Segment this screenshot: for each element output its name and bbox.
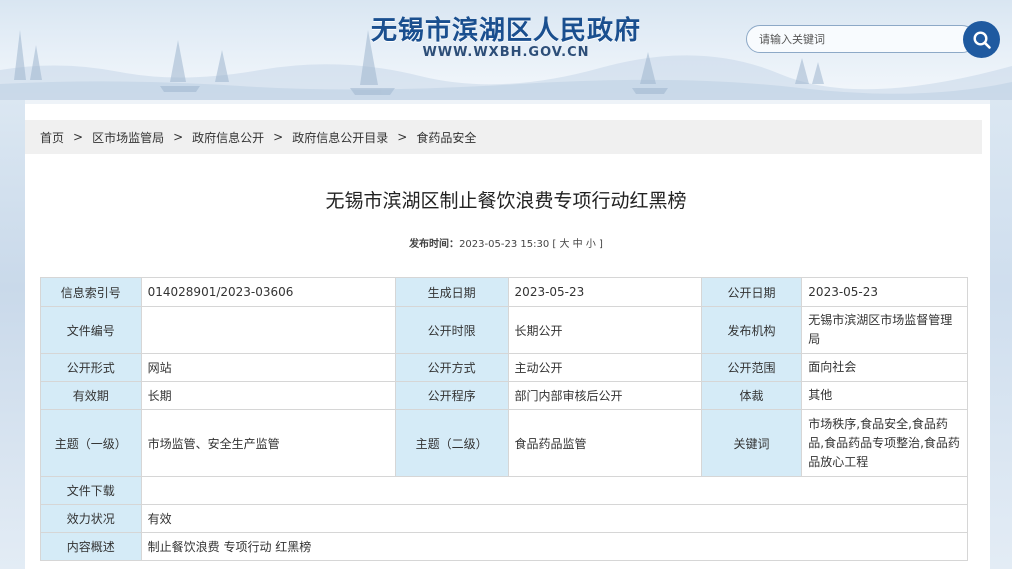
breadcrumb-food-drug-safety[interactable]: 食药品安全 <box>416 129 476 146</box>
index-no-label: 信息索引号 <box>40 277 142 307</box>
genre-label: 体裁 <box>700 381 803 410</box>
pub-date-value: 2023-05-23 <box>801 277 968 307</box>
search-input[interactable] <box>759 30 949 48</box>
background-right <box>990 100 1012 569</box>
table-row: 效力状况 有效 <box>40 504 969 533</box>
info-table: 信息索引号 014028901/2023-03606 生成日期 2023-05-… <box>40 277 969 561</box>
time-limit-label: 公开时限 <box>394 306 509 354</box>
org-label: 发布机构 <box>700 306 803 354</box>
validity-label: 有效期 <box>40 381 142 410</box>
font-size-medium-button[interactable]: 中 <box>573 239 583 250</box>
gen-date-value: 2023-05-23 <box>507 277 702 307</box>
method-label: 公开方式 <box>394 353 509 382</box>
page-title: 无锡市滨湖区制止餐饮浪费专项行动红黑榜 <box>325 190 687 212</box>
breadcrumb-separator: > <box>73 130 84 144</box>
form-value: 网站 <box>140 353 396 382</box>
font-size-large-button[interactable]: 大 <box>559 239 569 250</box>
pub-date-label: 公开日期 <box>700 277 803 307</box>
table-row: 有效期 长期 公开程序 部门内部审核后公开 体裁 其他 <box>40 381 968 410</box>
breadcrumb-separator: > <box>173 130 184 144</box>
breadcrumb-home[interactable]: 首页 <box>40 129 64 146</box>
org-value: 无锡市滨湖区市场监督管理局 <box>801 306 968 354</box>
validity-value: 长期 <box>140 381 396 410</box>
doc-no-label: 文件编号 <box>40 306 142 354</box>
keywords-label: 关键词 <box>700 409 803 477</box>
breadcrumb-separator: > <box>397 130 408 144</box>
publish-time: 2023-05-23 15:30 <box>459 239 550 250</box>
breadcrumb-gov-info[interactable]: 政府信息公开 <box>192 129 264 146</box>
procedure-label: 公开程序 <box>394 381 509 410</box>
table-row: 文件下载 <box>40 476 969 505</box>
topic1-value: 市场监管、安全生产监管 <box>140 409 396 477</box>
method-value: 主动公开 <box>507 353 702 382</box>
breadcrumb: 首页 > 区市场监管局 > 政府信息公开 > 政府信息公开目录 > 食药品安全 <box>25 120 982 154</box>
font-size-bracket-open: [ <box>552 239 557 250</box>
article-meta: 发布时间：2023-05-23 15:30 [ 大 中 小 ] <box>0 235 1012 250</box>
form-label: 公开形式 <box>40 353 142 382</box>
search-box <box>746 25 976 53</box>
status-value: 有效 <box>140 504 969 533</box>
summary-value: 制止餐饮浪费 专项行动 红黑榜 <box>140 532 969 561</box>
gen-date-label: 生成日期 <box>394 277 509 307</box>
table-row: 信息索引号 014028901/2023-03606 生成日期 2023-05-… <box>40 277 968 307</box>
font-size-small-button[interactable]: 小 <box>586 239 596 250</box>
scope-value: 面向社会 <box>801 353 968 382</box>
table-row: 内容概述 制止餐饮浪费 专项行动 红黑榜 <box>40 532 969 561</box>
doc-no-value <box>140 306 396 354</box>
topic2-value: 食品药品监管 <box>507 409 702 477</box>
index-no-value: 014028901/2023-03606 <box>140 277 396 307</box>
download-value <box>140 476 969 505</box>
background-left <box>0 100 25 569</box>
search-icon <box>972 30 991 49</box>
publish-label: 发布时间： <box>409 239 460 250</box>
time-limit-value: 长期公开 <box>507 306 702 354</box>
breadcrumb-gov-info-catalog[interactable]: 政府信息公开目录 <box>292 129 388 146</box>
procedure-value: 部门内部审核后公开 <box>507 381 702 410</box>
breadcrumb-separator: > <box>273 130 284 144</box>
table-row: 主题（一级） 市场监管、安全生产监管 主题（二级） 食品药品监管 关键词 市场秩… <box>40 409 968 477</box>
search-button[interactable] <box>963 21 1000 58</box>
site-header: 无锡市滨湖区人民政府 WWW.WXBH.GOV.CN <box>0 0 1012 100</box>
topic1-label: 主题（一级） <box>40 409 142 477</box>
topic2-label: 主题（二级） <box>394 409 509 477</box>
keywords-value: 市场秩序,食品安全,食品药品,食品药品专项整治,食品药品放心工程 <box>801 409 968 477</box>
summary-label: 内容概述 <box>40 532 142 561</box>
scope-label: 公开范围 <box>700 353 803 382</box>
table-row: 公开形式 网站 公开方式 主动公开 公开范围 面向社会 <box>40 353 968 382</box>
breadcrumb-market-bureau[interactable]: 区市场监管局 <box>92 129 164 146</box>
genre-value: 其他 <box>801 381 968 410</box>
table-row: 文件编号 公开时限 长期公开 发布机构 无锡市滨湖区市场监督管理局 <box>40 306 968 354</box>
status-label: 效力状况 <box>40 504 142 533</box>
font-size-bracket-close: ] <box>599 239 603 250</box>
download-label: 文件下载 <box>40 476 142 505</box>
